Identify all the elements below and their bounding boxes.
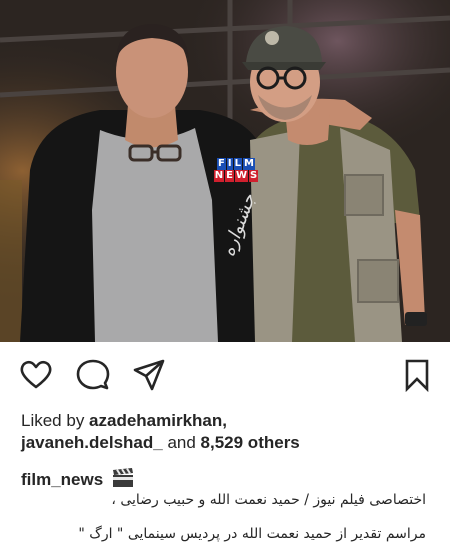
watermark-film: F I L M <box>208 158 264 170</box>
watermark-letter: I <box>226 158 233 170</box>
liker-username-2[interactable]: javaneh.delshad_ <box>21 433 163 452</box>
likes-count[interactable]: 8,529 others <box>201 433 300 452</box>
watermark-letter: L <box>233 158 242 170</box>
clapperboard-icon <box>112 468 134 494</box>
watermark-news: N E W S <box>208 170 264 182</box>
heart-icon[interactable] <box>19 358 53 392</box>
bookmark-icon[interactable] <box>400 358 434 393</box>
watermark-letter: W <box>234 170 249 182</box>
watermark-letter: F <box>217 158 226 170</box>
likes-prefix: Liked by <box>21 411 90 430</box>
action-bar <box>0 350 450 400</box>
share-icon[interactable] <box>132 358 166 392</box>
watermark-letter: N <box>213 170 225 182</box>
liker-username-1[interactable]: azadehamirkhan <box>89 411 222 430</box>
post-photo[interactable]: F I L M N E W S جشنواره <box>0 0 450 342</box>
post-username[interactable]: film_news <box>21 470 103 489</box>
wristwatch <box>405 312 427 326</box>
likes-and: and <box>162 433 201 452</box>
watermark-letter: E <box>225 170 234 182</box>
left-man-tshirt <box>92 128 218 342</box>
caption-line-2: مراسم تقدیر از حمید نعمت الله در پردیس س… <box>78 526 426 542</box>
comment-icon[interactable] <box>76 358 110 392</box>
watermark-letter: M <box>243 158 255 170</box>
caption-header: film_news <box>21 468 441 494</box>
watermark-letter: S <box>249 170 259 182</box>
likes-separator: , <box>222 411 228 430</box>
caption-line-1: اختصاصی فیلم نیوز / حمید نعمت الله و حبی… <box>111 492 426 508</box>
likes-summary: Liked by azadehamirkhan, javaneh.delshad… <box>21 410 441 454</box>
instagram-post: F I L M N E W S جشنواره Liked by azadeha… <box>0 0 450 554</box>
film-news-watermark: F I L M N E W S جشنواره <box>208 158 264 259</box>
